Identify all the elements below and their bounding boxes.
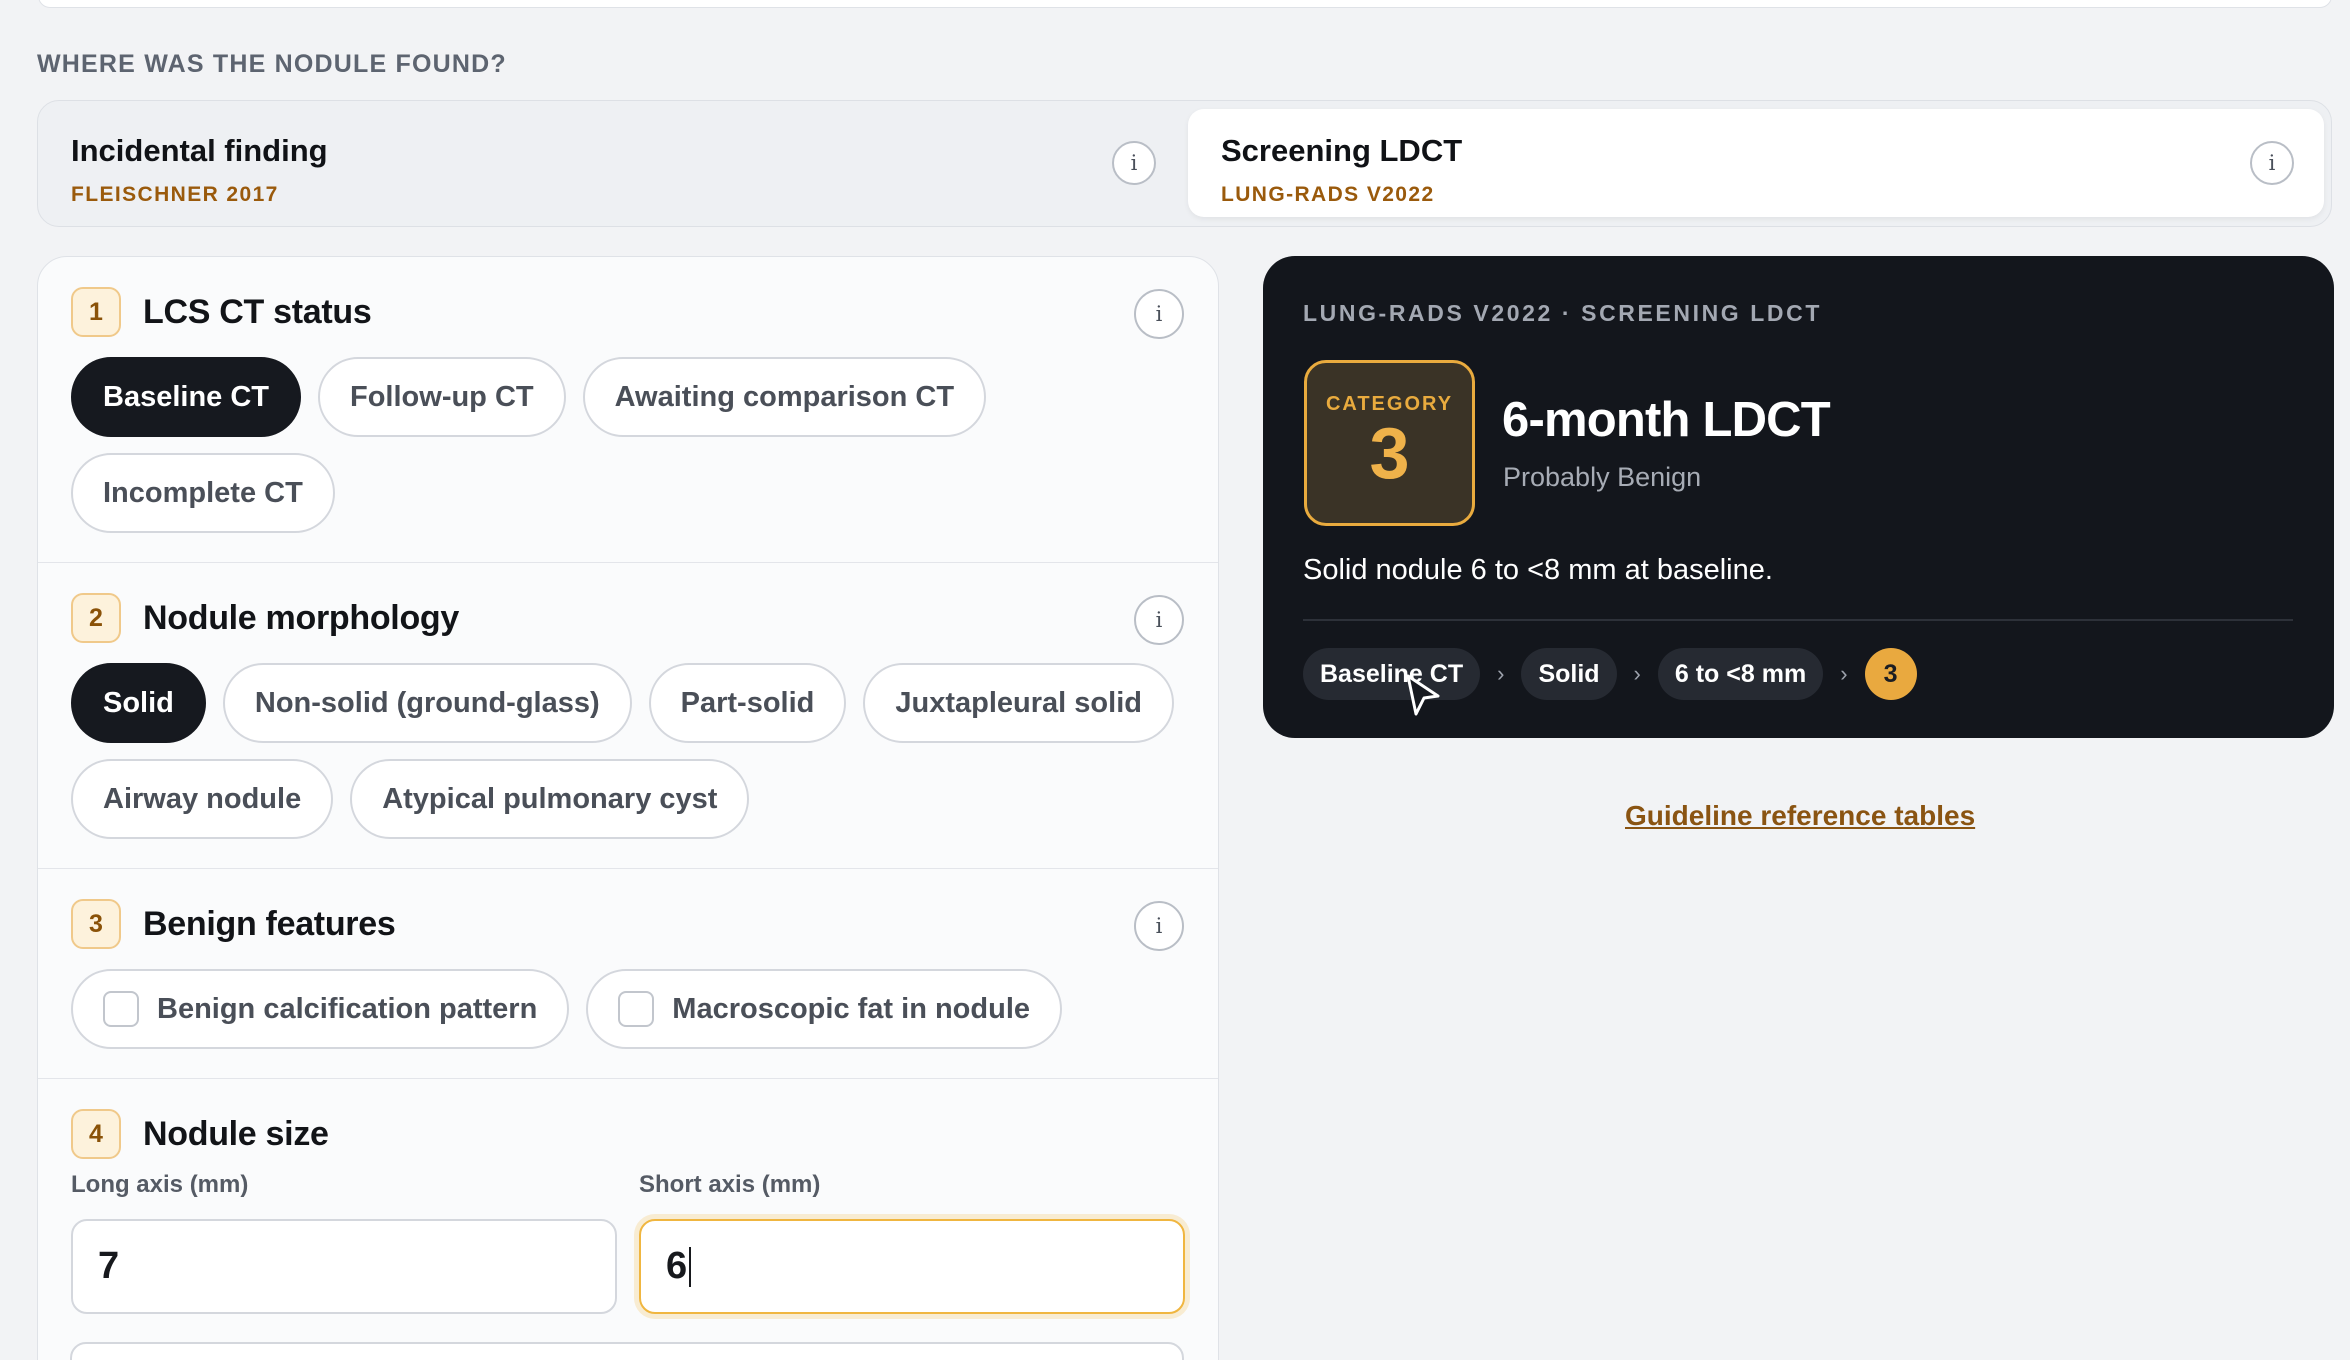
category-badge: CATEGORY 3 xyxy=(1304,360,1475,526)
chevron-right-icon: › xyxy=(1633,661,1641,686)
origin-option-title: Screening LDCT xyxy=(1221,133,1463,168)
checkbox-label: Macroscopic fat in nodule xyxy=(672,992,1031,1025)
chip-non-solid[interactable]: Non-solid (ground-glass) xyxy=(222,663,632,743)
long-axis-label: Long axis (mm) xyxy=(71,1171,249,1198)
breadcrumb-item[interactable]: 6 to <8 mm xyxy=(1657,648,1824,700)
step-number-badge: 1 xyxy=(71,287,121,337)
chip-juxtapleural-solid[interactable]: Juxtapleural solid xyxy=(863,663,1174,743)
result-title: 6-month LDCT xyxy=(1502,393,1831,447)
step-nodule-morphology: 2 Nodule morphology i Solid Non-solid (g… xyxy=(38,563,1218,869)
divider xyxy=(1303,619,2293,621)
step-title: LCS CT status xyxy=(143,292,372,331)
chip-atypical-pulmonary-cyst[interactable]: Atypical pulmonary cyst xyxy=(350,759,750,839)
result-card: LUNG-RADS V2022 · SCREENING LDCT CATEGOR… xyxy=(1263,256,2334,738)
step-number-badge: 2 xyxy=(71,593,121,643)
chip-incomplete-ct[interactable]: Incomplete CT xyxy=(71,453,335,533)
category-value: 3 xyxy=(1369,414,1410,494)
info-icon[interactable]: i xyxy=(1134,901,1184,951)
next-field-edge xyxy=(70,1342,1184,1360)
short-axis-value: 6 xyxy=(666,1245,688,1287)
breadcrumb-item[interactable]: Solid xyxy=(1521,648,1617,700)
mouse-cursor-icon xyxy=(1406,674,1440,716)
category-result-badge: 3 xyxy=(1864,648,1917,700)
info-icon[interactable]: i xyxy=(2250,141,2294,185)
chip-airway-nodule[interactable]: Airway nodule xyxy=(71,759,334,839)
short-axis-input[interactable]: 6 xyxy=(639,1219,1185,1314)
chip-part-solid[interactable]: Part-solid xyxy=(648,663,847,743)
result-subtitle: Probably Benign xyxy=(1503,462,1702,492)
guideline-reference-link[interactable]: Guideline reference tables xyxy=(1625,800,1975,832)
text-caret xyxy=(689,1246,692,1287)
origin-question: WHERE WAS THE NODULE FOUND? xyxy=(37,50,507,78)
chip-baseline-ct[interactable]: Baseline CT xyxy=(71,357,301,437)
step-title: Nodule size xyxy=(143,1114,329,1153)
checkbox-box xyxy=(103,991,139,1027)
checkbox-label: Benign calcification pattern xyxy=(157,992,538,1025)
chip-solid[interactable]: Solid xyxy=(71,663,206,743)
chevron-right-icon: › xyxy=(1840,661,1848,686)
chip-follow-up-ct[interactable]: Follow-up CT xyxy=(318,357,566,437)
step-title: Nodule morphology xyxy=(143,598,459,637)
origin-option-title: Incidental finding xyxy=(71,133,328,168)
info-icon[interactable]: i xyxy=(1134,595,1184,645)
long-axis-input[interactable]: 7 xyxy=(71,1219,617,1314)
info-icon[interactable]: i xyxy=(1134,289,1184,339)
info-icon[interactable]: i xyxy=(1112,141,1156,185)
step-title: Benign features xyxy=(143,904,396,943)
checkbox-box xyxy=(618,991,655,1027)
origin-option-screening[interactable]: Screening LDCT LUNG-RADS V2022 i xyxy=(1188,109,2324,217)
breadcrumb: Baseline CT › Solid › 6 to <8 mm › 3 xyxy=(1303,648,1917,700)
step-nodule-size: 4 Nodule size Long axis (mm) Short axis … xyxy=(38,1079,1218,1360)
result-description: Solid nodule 6 to <8 mm at baseline. xyxy=(1303,554,1773,586)
origin-selector: Incidental finding FLEISCHNER 2017 i Scr… xyxy=(37,100,2332,227)
chip-awaiting-comparison-ct[interactable]: Awaiting comparison CT xyxy=(582,357,987,437)
long-axis-value: 7 xyxy=(98,1245,120,1287)
category-label: CATEGORY xyxy=(1325,393,1454,415)
breadcrumb-item[interactable]: Baseline CT xyxy=(1303,648,1481,700)
checkbox-benign-calcification[interactable]: Benign calcification pattern xyxy=(71,969,570,1049)
origin-option-incidental[interactable]: Incidental finding FLEISCHNER 2017 i xyxy=(38,109,1186,217)
result-eyebrow: LUNG-RADS V2022 · SCREENING LDCT xyxy=(1303,300,1822,326)
step-lcs-ct-status: 1 LCS CT status i Baseline CT Follow-up … xyxy=(38,257,1218,563)
input-card: 1 LCS CT status i Baseline CT Follow-up … xyxy=(37,256,1219,1360)
short-axis-label: Short axis (mm) xyxy=(639,1171,821,1198)
origin-option-subtitle: FLEISCHNER 2017 xyxy=(71,183,279,206)
step-benign-features: 3 Benign features i Benign calcification… xyxy=(38,869,1218,1079)
checkbox-macroscopic-fat[interactable]: Macroscopic fat in nodule xyxy=(586,969,1063,1049)
origin-option-subtitle: LUNG-RADS V2022 xyxy=(1221,183,1435,206)
step-number-badge: 3 xyxy=(71,899,121,949)
previous-card-edge xyxy=(38,0,2332,8)
chevron-right-icon: › xyxy=(1497,661,1505,686)
step-number-badge: 4 xyxy=(71,1109,121,1159)
